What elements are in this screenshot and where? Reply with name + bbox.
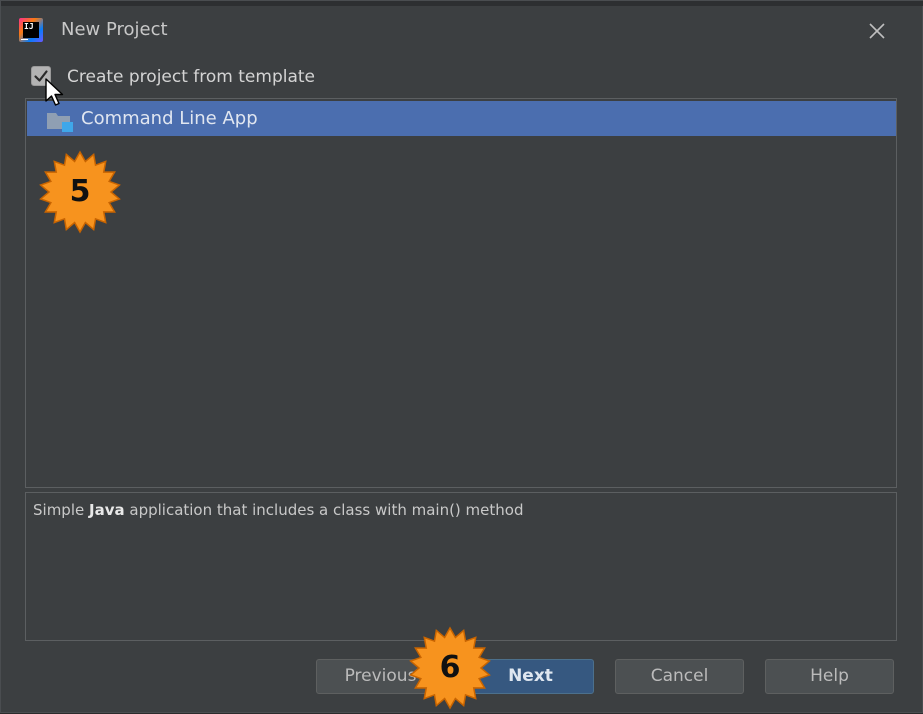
- template-list[interactable]: Command Line App: [25, 98, 897, 488]
- logo-text: IJ: [23, 22, 39, 38]
- create-from-template-label: Create project from template: [67, 67, 316, 87]
- create-from-template-row[interactable]: Create project from template: [29, 64, 429, 90]
- logo-underscore: [21, 38, 28, 40]
- title-bar: IJ New Project: [1, 6, 923, 52]
- close-icon: [869, 23, 885, 39]
- help-button[interactable]: Help: [765, 659, 894, 694]
- template-description: Simple Java application that includes a …: [33, 500, 523, 520]
- description-prefix: Simple: [33, 501, 89, 519]
- mouse-pointer-icon: [45, 78, 64, 106]
- dialog-title: New Project: [61, 19, 168, 40]
- list-item-command-line-app[interactable]: Command Line App: [27, 101, 896, 136]
- close-button[interactable]: [863, 17, 891, 45]
- description-bold: Java: [89, 501, 125, 519]
- annotation-number: 6: [439, 650, 461, 685]
- cancel-button[interactable]: Cancel: [615, 659, 744, 694]
- new-project-dialog: IJ New Project Create project from templ…: [0, 0, 923, 713]
- annotation-starburst-5: 5: [38, 150, 122, 234]
- folder-icon: [47, 113, 73, 132]
- template-description-panel: Simple Java application that includes a …: [25, 492, 897, 641]
- annotation-starburst-6: 6: [408, 626, 492, 710]
- description-suffix: application that includes a class with m…: [124, 501, 524, 519]
- list-item-label: Command Line App: [81, 108, 258, 129]
- annotation-number: 5: [69, 174, 91, 209]
- intellij-idea-icon: IJ: [19, 18, 43, 42]
